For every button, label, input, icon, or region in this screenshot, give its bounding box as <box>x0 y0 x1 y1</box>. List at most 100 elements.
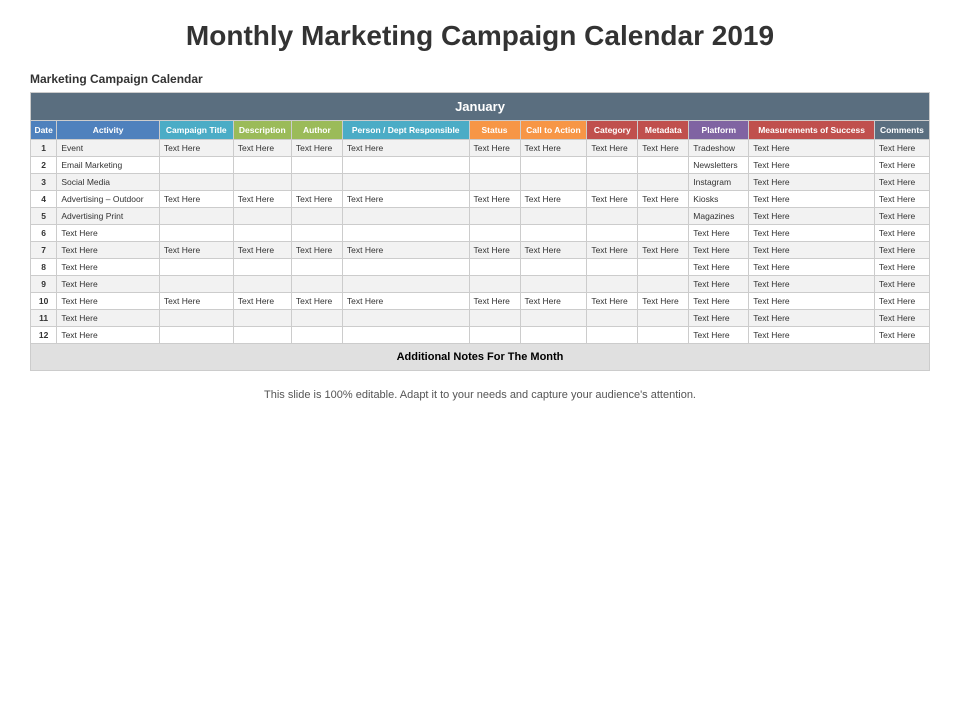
table-cell <box>342 157 469 174</box>
table-cell <box>469 310 520 327</box>
table-cell: Text Here <box>57 293 160 310</box>
col-header-campaign: Campaign Title <box>159 121 233 140</box>
table-cell <box>233 157 291 174</box>
table-cell: 1 <box>31 140 57 157</box>
month-header-row: January <box>31 93 930 121</box>
table-cell: 12 <box>31 327 57 344</box>
notes-row: Additional Notes For The Month <box>31 344 930 371</box>
table-cell: Text Here <box>159 191 233 208</box>
table-cell: Text Here <box>689 276 749 293</box>
table-cell <box>233 225 291 242</box>
col-header-author: Author <box>291 121 342 140</box>
table-cell: Text Here <box>689 293 749 310</box>
table-cell: Newsletters <box>689 157 749 174</box>
table-row: 6Text HereText HereText HereText Here <box>31 225 930 242</box>
table-row: 1EventText HereText HereText HereText He… <box>31 140 930 157</box>
table-cell: Text Here <box>587 293 638 310</box>
table-cell: Text Here <box>874 191 929 208</box>
table-cell <box>520 225 587 242</box>
table-cell: Kiosks <box>689 191 749 208</box>
table-cell: Text Here <box>749 174 875 191</box>
table-cell: Text Here <box>57 225 160 242</box>
table-cell <box>520 174 587 191</box>
table-cell: Text Here <box>57 242 160 259</box>
table-cell: Text Here <box>749 242 875 259</box>
col-header-calltoaction: Call to Action <box>520 121 587 140</box>
col-header-category: Category <box>587 121 638 140</box>
table-cell: Text Here <box>689 225 749 242</box>
calendar-table: January DateActivityCampaign TitleDescri… <box>30 92 930 371</box>
col-header-person: Person / Dept Responsible <box>342 121 469 140</box>
table-cell: Email Marketing <box>57 157 160 174</box>
table-cell: Text Here <box>342 140 469 157</box>
month-label: January <box>31 93 930 121</box>
table-cell <box>520 310 587 327</box>
table-cell: Text Here <box>689 259 749 276</box>
table-cell <box>291 310 342 327</box>
table-cell: Text Here <box>638 242 689 259</box>
table-cell <box>469 327 520 344</box>
table-cell: Text Here <box>469 242 520 259</box>
table-cell: Text Here <box>689 327 749 344</box>
table-cell: Text Here <box>469 191 520 208</box>
table-cell <box>233 208 291 225</box>
table-cell <box>342 225 469 242</box>
table-cell: Event <box>57 140 160 157</box>
table-cell: Text Here <box>874 259 929 276</box>
table-cell: Text Here <box>874 276 929 293</box>
table-cell <box>159 225 233 242</box>
table-cell: Magazines <box>689 208 749 225</box>
table-cell: Text Here <box>749 157 875 174</box>
table-cell: Text Here <box>342 191 469 208</box>
table-cell: 2 <box>31 157 57 174</box>
table-cell: Text Here <box>874 293 929 310</box>
table-cell <box>587 310 638 327</box>
table-cell: Text Here <box>520 191 587 208</box>
table-cell <box>159 327 233 344</box>
table-cell: Text Here <box>689 310 749 327</box>
table-cell: Advertising Print <box>57 208 160 225</box>
table-cell <box>342 276 469 293</box>
table-cell <box>342 310 469 327</box>
table-cell <box>159 174 233 191</box>
table-row: 3Social MediaInstagramText HereText Here <box>31 174 930 191</box>
table-cell: Text Here <box>638 140 689 157</box>
table-cell <box>159 157 233 174</box>
table-row: 2Email MarketingNewslettersText HereText… <box>31 157 930 174</box>
table-row: 12Text HereText HereText HereText Here <box>31 327 930 344</box>
col-header-platform: Platform <box>689 121 749 140</box>
table-cell: Text Here <box>57 327 160 344</box>
table-cell: 4 <box>31 191 57 208</box>
table-cell: Text Here <box>749 310 875 327</box>
table-cell: Text Here <box>159 242 233 259</box>
table-cell: Text Here <box>57 259 160 276</box>
table-cell <box>520 259 587 276</box>
table-cell <box>469 225 520 242</box>
table-cell: Tradeshow <box>689 140 749 157</box>
table-cell: Text Here <box>233 293 291 310</box>
table-cell <box>638 225 689 242</box>
table-cell: Text Here <box>233 140 291 157</box>
table-cell <box>638 327 689 344</box>
table-cell <box>291 225 342 242</box>
table-cell <box>342 327 469 344</box>
table-cell <box>469 157 520 174</box>
table-cell <box>233 174 291 191</box>
table-cell: Text Here <box>233 242 291 259</box>
table-row: 11Text HereText HereText HereText Here <box>31 310 930 327</box>
table-cell <box>233 327 291 344</box>
table-cell: 8 <box>31 259 57 276</box>
table-cell: Text Here <box>638 191 689 208</box>
table-cell <box>342 259 469 276</box>
table-cell <box>159 208 233 225</box>
table-cell: Text Here <box>587 140 638 157</box>
table-cell: 11 <box>31 310 57 327</box>
table-cell: Text Here <box>874 327 929 344</box>
table-cell: Text Here <box>587 191 638 208</box>
table-cell <box>291 259 342 276</box>
table-cell <box>638 276 689 293</box>
table-cell: Text Here <box>638 293 689 310</box>
table-cell <box>587 208 638 225</box>
col-header-status: Status <box>469 121 520 140</box>
table-cell <box>520 276 587 293</box>
